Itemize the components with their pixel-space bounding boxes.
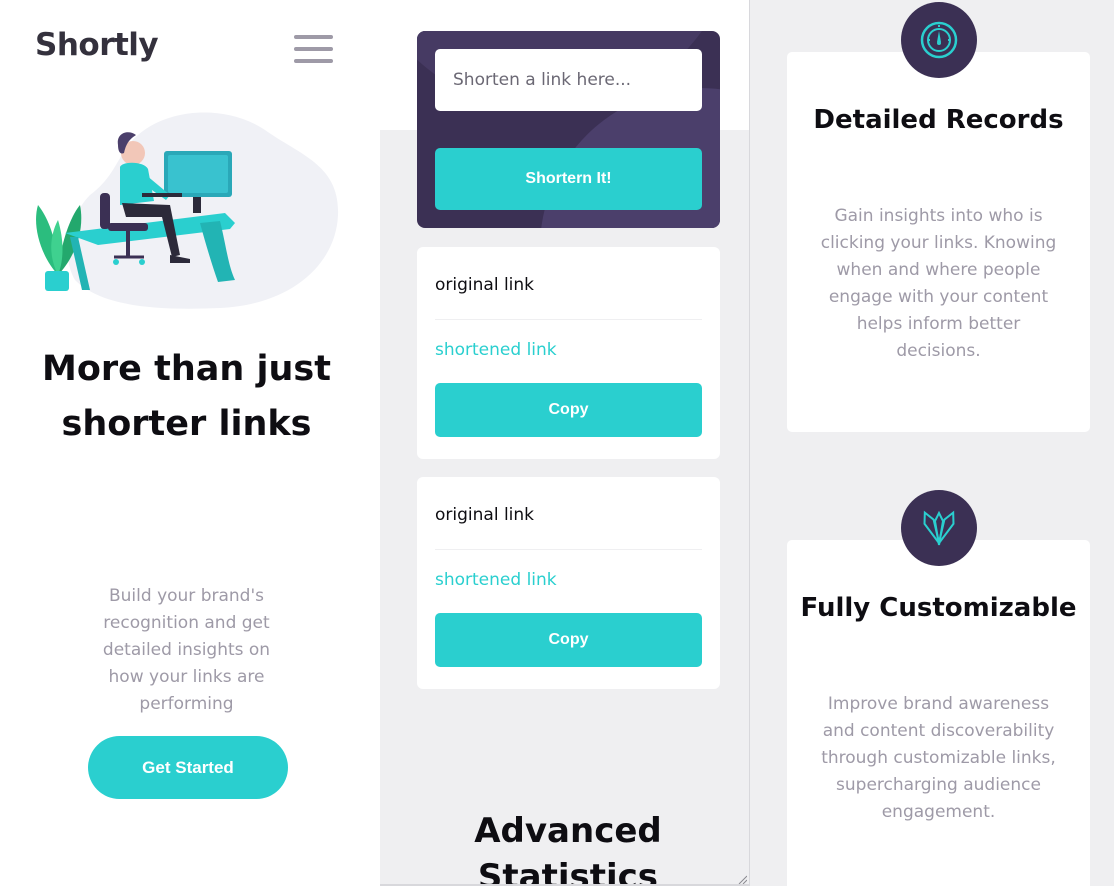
person-working-illustration xyxy=(36,112,339,309)
statistics-title: Advanced Statistics xyxy=(474,811,662,886)
feature-description: Improve brand awareness and content disc… xyxy=(821,694,1056,822)
result-divider xyxy=(435,319,702,320)
pens-icon xyxy=(901,490,977,566)
mobile-view-hero: Shortly More than just shorter links Bui… xyxy=(0,0,380,886)
copy-button[interactable]: Copy xyxy=(435,383,702,437)
shortened-link[interactable]: shortened link xyxy=(435,340,557,360)
logo[interactable]: Shortly xyxy=(35,27,159,63)
result-card: original link shortened link Copy xyxy=(417,477,720,689)
speedometer-icon xyxy=(901,2,977,78)
shorten-it-button[interactable]: Shortern It! xyxy=(435,148,702,210)
hero-subtitle: Build your brand's recognition and get d… xyxy=(102,586,271,714)
original-link-text: original link xyxy=(435,275,535,295)
feature-title: Detailed Records xyxy=(813,105,1064,135)
copy-button[interactable]: Copy xyxy=(435,613,702,667)
feature-card-detailed-records: Detailed Records Gain insights into who … xyxy=(787,52,1090,432)
feature-card-fully-customizable: Fully Customizable Improve brand awarene… xyxy=(787,540,1090,886)
feature-description: Gain insights into who is clicking your … xyxy=(820,206,1057,361)
feature-title: Fully Customizable xyxy=(800,593,1077,623)
mobile-view-shortener: Shortern It! original link shortened lin… xyxy=(380,0,749,886)
resize-grip-icon[interactable] xyxy=(737,874,747,884)
get-started-button[interactable]: Get Started xyxy=(88,736,288,799)
mobile-view-features: Detailed Records Gain insights into who … xyxy=(750,0,1114,886)
hero-title: More than just shorter links xyxy=(42,349,331,444)
result-card: original link shortened link Copy xyxy=(417,247,720,459)
result-divider xyxy=(435,549,702,550)
hamburger-menu-icon[interactable] xyxy=(294,35,334,65)
original-link-text: original link xyxy=(435,505,535,525)
shortened-link[interactable]: shortened link xyxy=(435,570,557,590)
shorten-link-input[interactable] xyxy=(435,49,702,111)
shorten-form: Shortern It! xyxy=(417,31,720,228)
